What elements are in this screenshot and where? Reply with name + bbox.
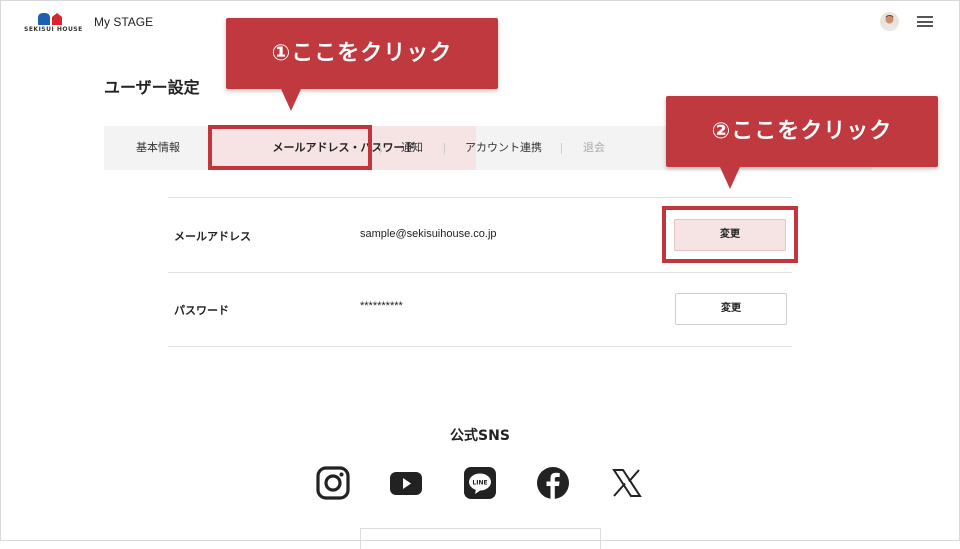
change-password-button[interactable]: 変更 — [675, 293, 787, 325]
tab-notifications[interactable]: 通知 — [401, 126, 423, 170]
footer-box — [360, 528, 601, 549]
tab-divider — [380, 143, 381, 154]
row-divider — [168, 197, 792, 198]
callout-step-2: ②ここをクリック — [666, 96, 938, 167]
row-divider — [168, 272, 792, 273]
sekisui-house-logo[interactable] — [26, 11, 76, 37]
callout-step-2-pointer — [720, 167, 740, 189]
callout-step-1: ①ここをクリック — [226, 18, 498, 89]
facebook-icon[interactable] — [536, 466, 570, 500]
callout-step-1-pointer — [281, 89, 301, 111]
password-value: ********** — [360, 300, 403, 312]
button-highlight-box — [662, 206, 798, 263]
row-divider — [168, 346, 792, 347]
email-value: sample@sekisuihouse.co.jp — [360, 228, 497, 240]
instagram-icon[interactable] — [316, 466, 350, 500]
x-icon[interactable] — [610, 466, 644, 500]
brand-wordmark: SEKISUI HOUSE — [24, 26, 83, 33]
tab-account-link[interactable]: アカウント連携 — [465, 126, 542, 170]
password-label: パスワード — [174, 304, 229, 317]
user-avatar[interactable] — [880, 12, 899, 31]
tab-highlight-box — [208, 125, 372, 170]
sns-title: 公式SNS — [450, 428, 510, 444]
app-title[interactable]: My STAGE — [94, 15, 153, 29]
tab-divider — [444, 143, 445, 154]
tab-divider — [561, 143, 562, 154]
svg-text:LINE: LINE — [472, 480, 487, 487]
youtube-icon[interactable] — [389, 466, 423, 500]
tab-basic-info[interactable]: 基本情報 — [136, 126, 180, 170]
line-icon[interactable]: LINE — [463, 466, 497, 500]
tab-withdraw[interactable]: 退会 — [583, 126, 605, 170]
hamburger-menu-icon[interactable] — [917, 16, 933, 27]
page-title: ユーザー設定 — [104, 78, 200, 97]
email-label: メールアドレス — [174, 230, 251, 243]
